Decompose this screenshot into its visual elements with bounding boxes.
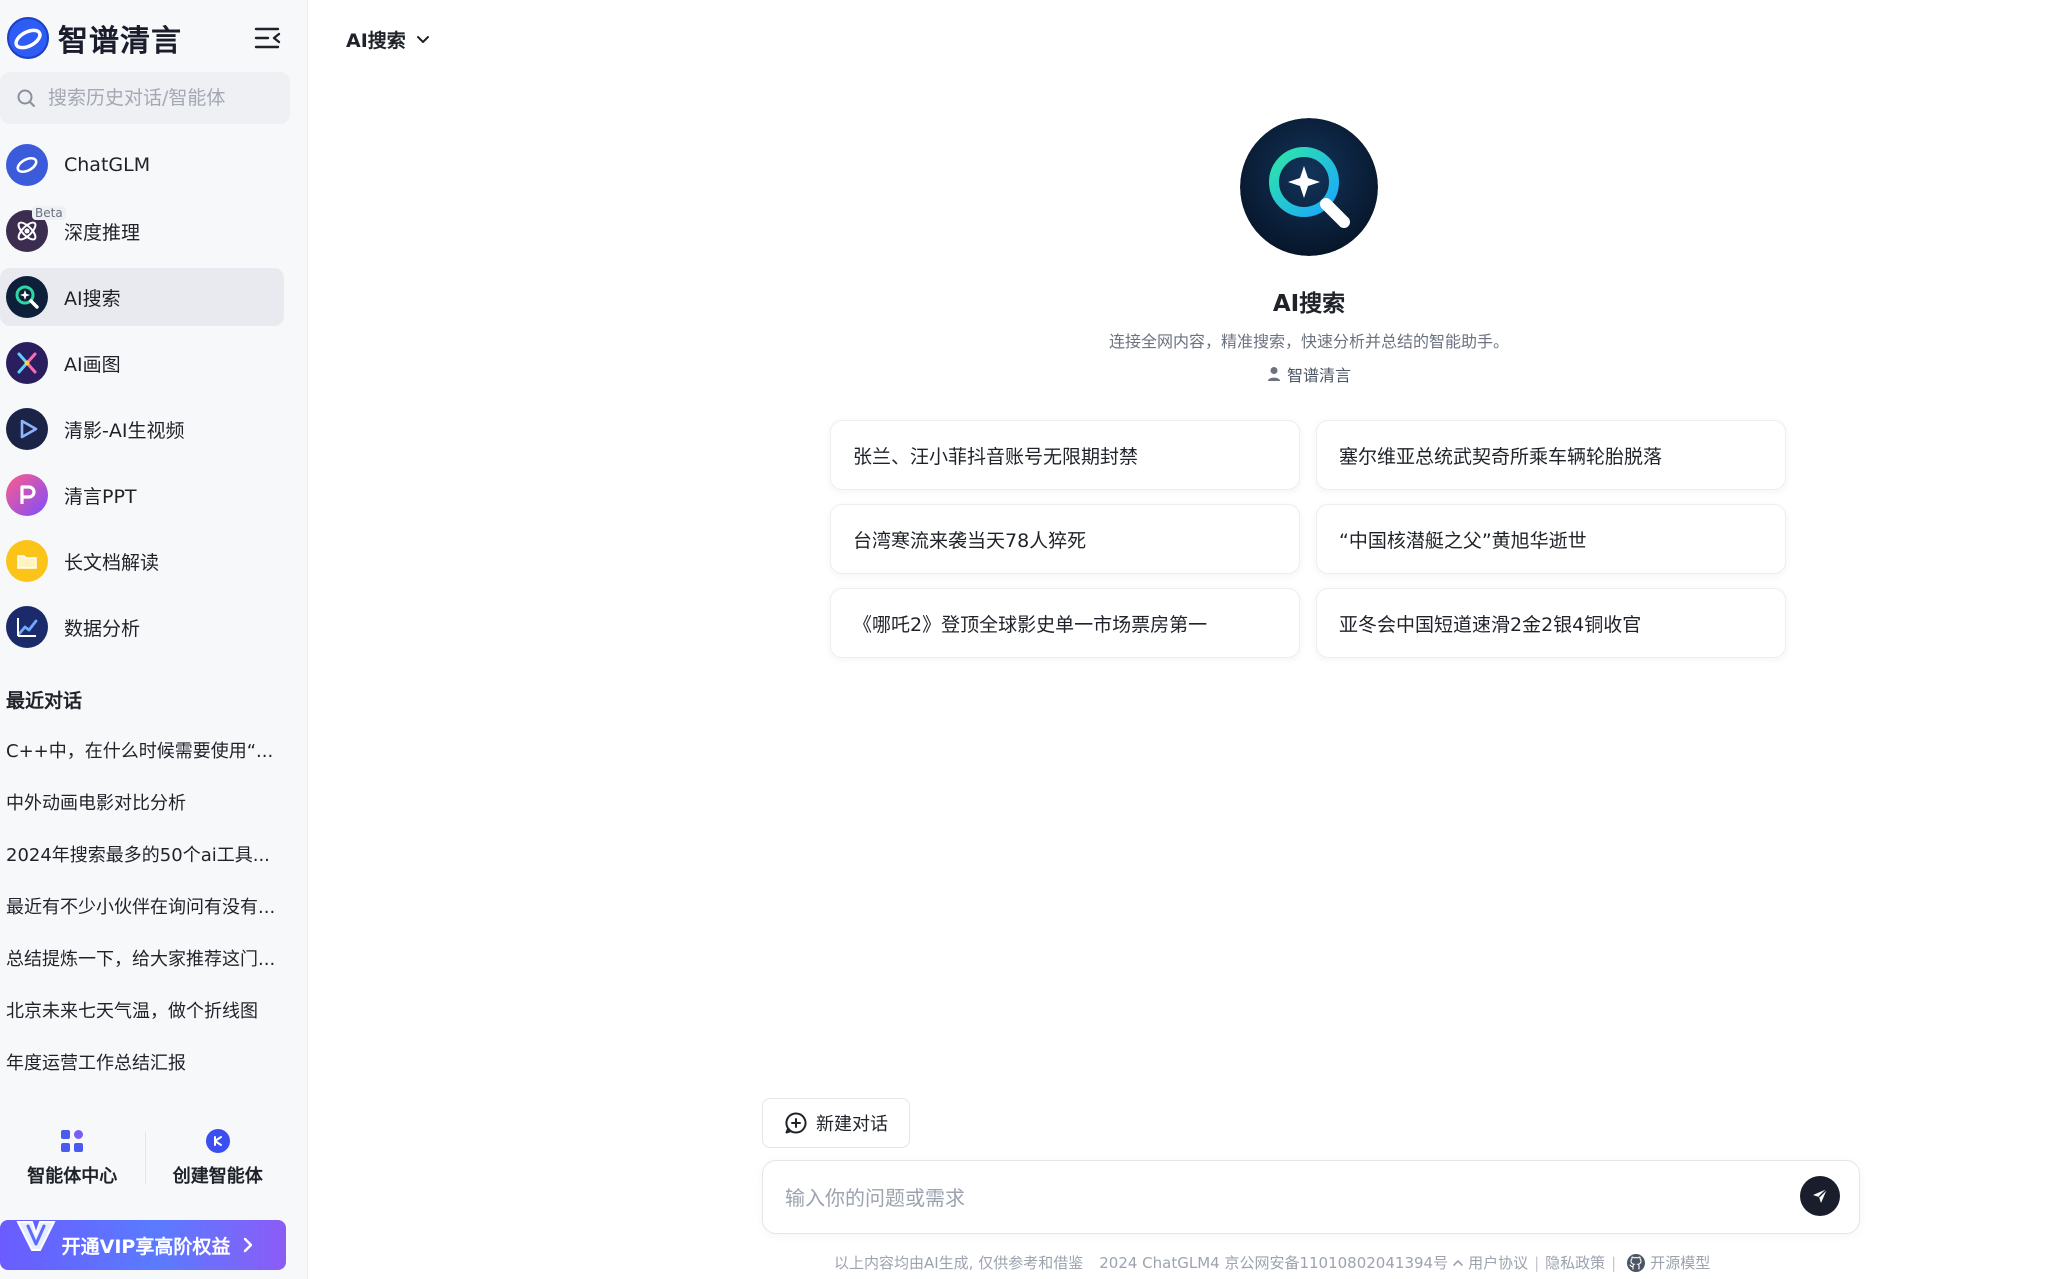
nav-item-ppt[interactable]: 清言PPT (0, 466, 290, 524)
user-agreement-link[interactable]: 用户协议 (1468, 1252, 1528, 1273)
ai-search-avatar-icon (1240, 118, 1378, 256)
create-agent-button[interactable]: 创建智能体 (146, 1118, 291, 1198)
send-button[interactable] (1800, 1176, 1840, 1216)
suggestion-card[interactable]: 张兰、汪小菲抖音账号无限期封禁 (830, 420, 1300, 490)
new-chat-button[interactable]: 新建对话 (762, 1098, 910, 1148)
document-icon (6, 540, 48, 582)
nav-item-label: AI搜索 (64, 287, 121, 310)
suggestion-card[interactable]: 亚冬会中国短道速滑2金2银4铜收官 (1316, 588, 1786, 658)
nav-item-ai-search[interactable]: AI搜索 (0, 268, 284, 326)
nav-item-chatglm[interactable]: ChatGLM (0, 136, 290, 194)
ai-video-icon (6, 408, 48, 450)
vip-badge-icon (16, 1221, 56, 1251)
agent-center-button[interactable]: 智能体中心 (0, 1118, 145, 1198)
brand-name: 智谱清言 (58, 24, 182, 59)
footer-disclaimer: 以上内容均由AI生成, 仅供参考和借鉴 (834, 1254, 1084, 1272)
nav-item-label: 长文档解读 (64, 551, 160, 574)
agent-description: 连接全网内容，精准搜索，快速分析并总结的智能助手。 (1108, 332, 1509, 351)
vip-upgrade-label: 开通VIP享高阶权益 (61, 1235, 231, 1258)
agent-title: AI搜索 (1272, 291, 1346, 317)
nav-item-ai-draw[interactable]: AI画图 (0, 334, 290, 392)
send-icon (1813, 1188, 1828, 1203)
recent-conversation-item[interactable]: 北京未来七天气温，做个折线图 (6, 984, 286, 1036)
chatglm-logo-icon (7, 17, 49, 59)
ai-draw-icon (6, 342, 48, 384)
github-icon (1627, 1253, 1646, 1272)
data-analysis-icon (6, 606, 48, 648)
model-selector[interactable]: AI搜索 (346, 26, 430, 53)
sidebar-bottom-actions: 智能体中心 创建智能体 (0, 1118, 290, 1198)
ppt-icon (6, 474, 48, 516)
nav-item-label: 数据分析 (64, 617, 141, 640)
collapse-sidebar-button[interactable] (252, 22, 284, 54)
recent-conversations-list: C++中，在什么时候需要使用“... 中外动画电影对比分析 2024年搜索最多的… (6, 724, 286, 1088)
recent-conversations-title: 最近对话 (6, 690, 83, 712)
chatglm-icon (6, 144, 48, 186)
recent-conversation-item[interactable]: 总结提炼一下，给大家推荐这门... (6, 932, 286, 984)
message-input[interactable] (785, 1179, 1735, 1217)
agent-center-icon (61, 1130, 84, 1152)
footer-separator: | (1534, 1253, 1540, 1272)
chevron-up-icon[interactable] (1452, 1258, 1464, 1268)
nav-item-long-document[interactable]: 长文档解读 (0, 532, 290, 590)
create-agent-label: 创建智能体 (172, 1166, 263, 1187)
footer-separator: | (1611, 1253, 1617, 1272)
search-icon (17, 89, 35, 107)
recent-conversation-item[interactable]: 中外动画电影对比分析 (6, 776, 286, 828)
ai-search-icon (6, 276, 48, 318)
beta-badge: Beta (32, 206, 66, 220)
nav-item-label: 深度推理 (64, 221, 141, 244)
new-chat-label: 新建对话 (816, 1114, 888, 1135)
nav-item-label: AI画图 (64, 353, 121, 376)
history-search-input[interactable] (48, 87, 278, 109)
nav-item-label: ChatGLM (64, 154, 151, 176)
message-composer (762, 1160, 1860, 1234)
history-search (0, 72, 290, 124)
brand[interactable]: 智谱清言 (6, 16, 182, 60)
vip-upgrade-button[interactable]: 开通VIP享高阶权益 (0, 1220, 286, 1270)
collapse-sidebar-icon (254, 27, 281, 49)
suggestion-card[interactable]: 台湾寒流来袭当天78人猝死 (830, 504, 1300, 574)
user-icon (1267, 367, 1280, 381)
nav-item-label: 清影-AI生视频 (64, 419, 185, 442)
chevron-down-icon (416, 35, 429, 43)
chevron-right-icon (244, 1237, 253, 1253)
footer: 以上内容均由AI生成, 仅供参考和借鉴 2024 ChatGLM4 京公网安备1… (834, 1252, 1794, 1273)
nav-item-data-analysis[interactable]: 数据分析 (0, 598, 290, 656)
suggestion-card[interactable]: 塞尔维亚总统武契奇所乘车辆轮胎脱落 (1316, 420, 1786, 490)
nav-item-deep-reasoning[interactable]: Beta 深度推理 (0, 202, 290, 260)
suggestion-grid: 张兰、汪小菲抖音账号无限期封禁 塞尔维亚总统武契奇所乘车辆轮胎脱落 台湾寒流来袭… (830, 420, 1790, 658)
recent-conversation-item[interactable]: 2024年搜索最多的50个ai工具... (6, 828, 286, 880)
new-chat-icon (785, 1112, 807, 1134)
suggestion-card[interactable]: “中国核潜艇之父”黄旭华逝世 (1316, 504, 1786, 574)
open-source-model-link[interactable]: 开源模型 (1650, 1252, 1710, 1273)
agent-author: 智谱清言 (1100, 362, 1518, 386)
suggestion-card[interactable]: 《哪吒2》登顶全球影史单一市场票房第一 (830, 588, 1300, 658)
nav-item-ai-video[interactable]: 清影-AI生视频 (0, 400, 290, 458)
create-agent-icon (205, 1129, 230, 1153)
footer-copyright: 2024 ChatGLM4 京公网安备11010802041394号 (1099, 1254, 1449, 1272)
model-selector-label: AI搜索 (346, 30, 406, 52)
nav-item-label: 清言PPT (64, 485, 137, 508)
recent-conversation-item[interactable]: 年度运营工作总结汇报 (6, 1036, 286, 1088)
agent-center-label: 智能体中心 (27, 1166, 118, 1187)
privacy-policy-link[interactable]: 隐私政策 (1545, 1252, 1605, 1273)
agent-nav: ChatGLM Beta 深度推理 AI搜索 AI画图 清影-AI生视频 清言P… (0, 136, 290, 664)
agent-author-name: 智谱清言 (1286, 366, 1351, 385)
sidebar: 智谱清言 ChatGLM Beta (0, 0, 308, 1279)
recent-conversation-item[interactable]: 最近有不少小伙伴在询问有没有... (6, 880, 286, 932)
recent-conversation-item[interactable]: C++中，在什么时候需要使用“... (6, 724, 286, 776)
